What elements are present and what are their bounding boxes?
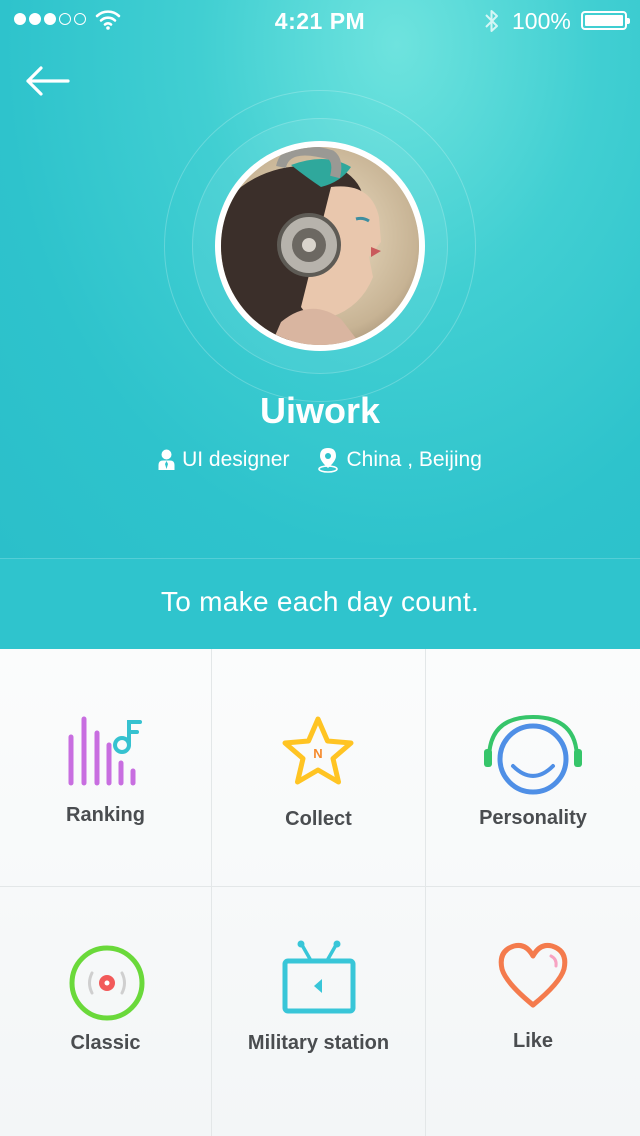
menu-label: Collect [285,808,352,830]
menu-item-classic[interactable]: Classic [0,887,211,1136]
profile-meta: UI designer China , Beijing [0,447,640,473]
ranking-icon [68,716,142,786]
location-text: China , Beijing [346,448,482,471]
role-text: UI designer [182,448,290,471]
heart-icon [498,943,568,1008]
battery-percent: 100% [512,8,571,34]
menu-item-personality[interactable]: Personality [426,649,640,886]
menu-label: Personality [479,807,587,829]
menu-label: Classic [70,1032,141,1054]
avatar[interactable] [215,141,425,351]
back-arrow-icon[interactable] [24,62,72,100]
menu-label: Military station [247,1032,390,1054]
role-item: UI designer [158,448,289,472]
menu-item-military-station[interactable]: Military station [212,887,425,1136]
bluetooth-icon [485,10,498,32]
menu-label: Like [512,1030,554,1052]
user-name: Uiwork [259,390,381,431]
menu-item-ranking[interactable]: Ranking [0,649,211,886]
person-icon [158,449,175,470]
star-icon: N [282,716,354,785]
motto-text: To make each day count. [160,586,480,617]
menu-label: Ranking [66,804,145,826]
location-pin-icon [318,448,339,473]
menu-item-collect[interactable]: N Collect [212,649,425,886]
svg-text:N: N [313,746,322,761]
location-item: China , Beijing [317,447,482,473]
battery-icon [581,11,630,30]
headphones-smile-icon [484,714,582,795]
tv-icon [282,940,356,1014]
vinyl-record-icon [69,945,145,1021]
status-bar: 4:21 PM 100% [0,0,640,40]
avatar-portrait-image [221,147,419,345]
menu-item-like[interactable]: Like [426,887,640,1136]
